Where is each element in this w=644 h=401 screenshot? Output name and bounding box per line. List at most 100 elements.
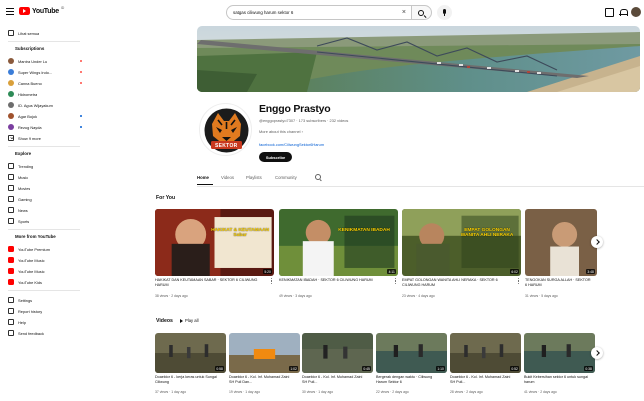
subscriptions-heading: Subscriptions xyxy=(15,46,45,51)
sidebar-item[interactable]: Sports xyxy=(8,216,82,226)
more-actions-icon[interactable] xyxy=(518,278,520,286)
sidebar-item[interactable]: Super Wings Indo... xyxy=(8,67,82,77)
video-duration-badge: 5:20 xyxy=(263,269,272,274)
video-title[interactable]: TENGOKAN SURGA ALLAH · SEKTOR 6 HARUM xyxy=(525,278,593,288)
voice-search-button[interactable] xyxy=(437,5,452,20)
logo-country: ID xyxy=(60,6,65,10)
play-all-button[interactable]: Play all xyxy=(180,318,199,323)
notifications-bell-icon[interactable] xyxy=(618,8,628,17)
channel-external-link[interactable]: facebook.com/CiliwungSektor6Harum xyxy=(259,142,324,147)
tab-community[interactable]: Community xyxy=(275,175,297,180)
search-query: satgas ciliwung harum sektor 6 xyxy=(233,10,294,15)
video-thumbnail[interactable]: KENIKMATAN IBADAH 4:11 xyxy=(279,209,398,276)
video-thumbnail[interactable]: 0:38 xyxy=(524,333,595,373)
sidebar-item[interactable]: Rezug Nayda xyxy=(8,122,82,132)
menu-icon[interactable] xyxy=(6,8,14,15)
sidebar-item[interactable]: Music xyxy=(8,172,82,182)
play-icon xyxy=(180,318,183,323)
sidebar-divider xyxy=(8,290,80,291)
sidebar-item[interactable]: Trending xyxy=(8,161,82,171)
sidebar-item[interactable]: YouTube Premium xyxy=(8,244,82,254)
sidebar-item-label: Settings xyxy=(18,297,33,303)
video-thumbnail[interactable]: 1:02 xyxy=(229,333,300,373)
video-thumbnail[interactable]: 0:45 xyxy=(302,333,373,373)
sidebar-item-label: ID. Agus Wijayakum xyxy=(18,102,53,108)
video-title[interactable]: Doaektor 6 - Kol. Inf. Muhamad Zaini SH … xyxy=(450,375,516,385)
search-button[interactable] xyxy=(412,5,432,20)
top-bar: YouTube ID satgas ciliwung harum sektor … xyxy=(0,0,644,26)
video-duration-badge: 0:45 xyxy=(362,366,371,371)
youtube-tv-icon xyxy=(8,279,14,285)
next-shelf-button[interactable] xyxy=(591,347,603,359)
sidebar-item-label: Help xyxy=(18,319,27,325)
video-meta: 31 views · 5 days ago xyxy=(525,294,558,298)
clear-search-icon[interactable]: × xyxy=(402,9,406,16)
video-title[interactable]: Doaektor 6 - kerja keras untuk Sungai Ci… xyxy=(155,375,221,385)
sidebar-item[interactable]: ⌄ Show 9 more xyxy=(8,133,82,143)
youtube-logo[interactable]: YouTube ID xyxy=(19,6,65,15)
sidebar-item[interactable]: YouTube Kids xyxy=(8,277,82,287)
video-meta: 49 views · 3 days ago xyxy=(279,294,312,298)
channel-search-icon[interactable] xyxy=(315,174,321,180)
sidebar-item[interactable]: YouTube Music xyxy=(8,255,82,265)
video-thumbnail[interactable]: HAKIKAT & KEUTAMAAN Sabar 5:20 xyxy=(155,209,274,276)
thumbnail-image xyxy=(525,209,597,276)
subscribe-button[interactable]: Subscribe xyxy=(259,152,292,162)
sidebar-item-label: Sports xyxy=(18,218,30,224)
trending-icon xyxy=(8,163,14,169)
live-indicator-icon xyxy=(79,70,82,74)
video-title[interactable]: Doaektor 6 - Kol. Inf. Muhamad Zaini SH … xyxy=(229,375,295,385)
video-title[interactable]: HAKIKAT DAN KEUTAMAAN SABAR · SEKTOR 6 C… xyxy=(155,278,270,288)
sidebar-item-label: Hidrometra xyxy=(18,91,38,97)
search-input[interactable]: satgas ciliwung harum sektor 6 × xyxy=(226,5,412,20)
video-thumbnail[interactable]: 0:52 xyxy=(450,333,521,373)
sidebar-item[interactable]: YouTube Music xyxy=(8,266,82,276)
video-title[interactable]: Doaektor 6 - Kol. Inf. Muhamad Zaini SH … xyxy=(302,375,368,385)
video-title[interactable]: Bukit Kebersihan sektor 6 untuk sungai h… xyxy=(524,375,590,385)
sidebar-item[interactable]: ID. Agus Wijayakum xyxy=(8,100,82,110)
video-title[interactable]: EMPAT GOLONGAN WANITA AHLI NERAKA · SEKT… xyxy=(402,278,517,288)
channel-avatar-icon xyxy=(8,102,14,108)
more-actions-icon[interactable] xyxy=(271,278,273,286)
sidebar: Lihat semua Subscriptions Mantra Under Lu S… xyxy=(0,26,84,401)
video-thumbnail[interactable]: EMPAT GOLONGAN WANITA AHLI NERAKA 6:02 xyxy=(402,209,521,276)
video-thumbnail[interactable]: 1:10 xyxy=(376,333,447,373)
video-duration-badge: 1:02 xyxy=(289,366,298,371)
sidebar-item[interactable]: Report history xyxy=(8,306,82,316)
sidebar-item-label: Send feedback xyxy=(18,330,44,336)
video-meta: 41 views · 2 days ago xyxy=(524,390,557,394)
sidebar-item[interactable]: Help xyxy=(8,317,82,327)
more-actions-icon[interactable] xyxy=(395,278,397,286)
tab-home[interactable]: Home xyxy=(197,175,209,180)
sidebar-item[interactable]: Movies xyxy=(8,183,82,193)
tab-videos[interactable]: Videos xyxy=(221,175,234,180)
avatar-label: SEKTOR xyxy=(215,142,238,149)
video-title[interactable]: Bergerak dengan waktu · Ciliwung Harum S… xyxy=(376,375,442,385)
sidebar-item[interactable]: Gaming xyxy=(8,194,82,204)
video-thumbnail[interactable]: 0:58 xyxy=(155,333,226,373)
video-duration-badge: 6:02 xyxy=(510,269,519,274)
channel-avatar[interactable]: SEKTOR xyxy=(199,103,252,156)
sidebar-divider xyxy=(8,229,80,230)
sidebar-item[interactable]: Mantra Under Lu xyxy=(8,56,82,66)
sidebar-divider xyxy=(8,41,80,42)
sidebar-item[interactable]: Canna Bueno xyxy=(8,78,82,88)
video-title[interactable]: KENIKMATAN IBADAH · SEKTOR 6 CILIWUNG HA… xyxy=(279,278,394,288)
gear-icon xyxy=(8,297,14,303)
cast-icon[interactable] xyxy=(605,8,614,17)
sidebar-item[interactable]: Settings xyxy=(8,295,82,305)
video-meta: 28 views · 2 days ago xyxy=(450,390,483,394)
account-avatar[interactable] xyxy=(631,7,641,17)
sidebar-item[interactable]: News xyxy=(8,205,82,215)
video-thumbnail[interactable]: 3:48 xyxy=(525,209,597,276)
sidebar-item[interactable]: Lihat semua xyxy=(8,28,82,38)
sidebar-item[interactable]: Agar Bojok xyxy=(8,111,82,121)
sidebar-item[interactable]: Hidrometra xyxy=(8,89,82,99)
sidebar-item-label: Lihat semua xyxy=(18,30,40,36)
video-duration-badge: 4:11 xyxy=(387,269,396,274)
next-shelf-button[interactable] xyxy=(591,236,603,248)
channel-more-link[interactable]: More about this channel › xyxy=(259,129,303,134)
tab-playlists[interactable]: Playlists xyxy=(246,175,262,180)
flag-icon xyxy=(8,308,14,314)
sidebar-item[interactable]: Send feedback xyxy=(8,328,82,338)
